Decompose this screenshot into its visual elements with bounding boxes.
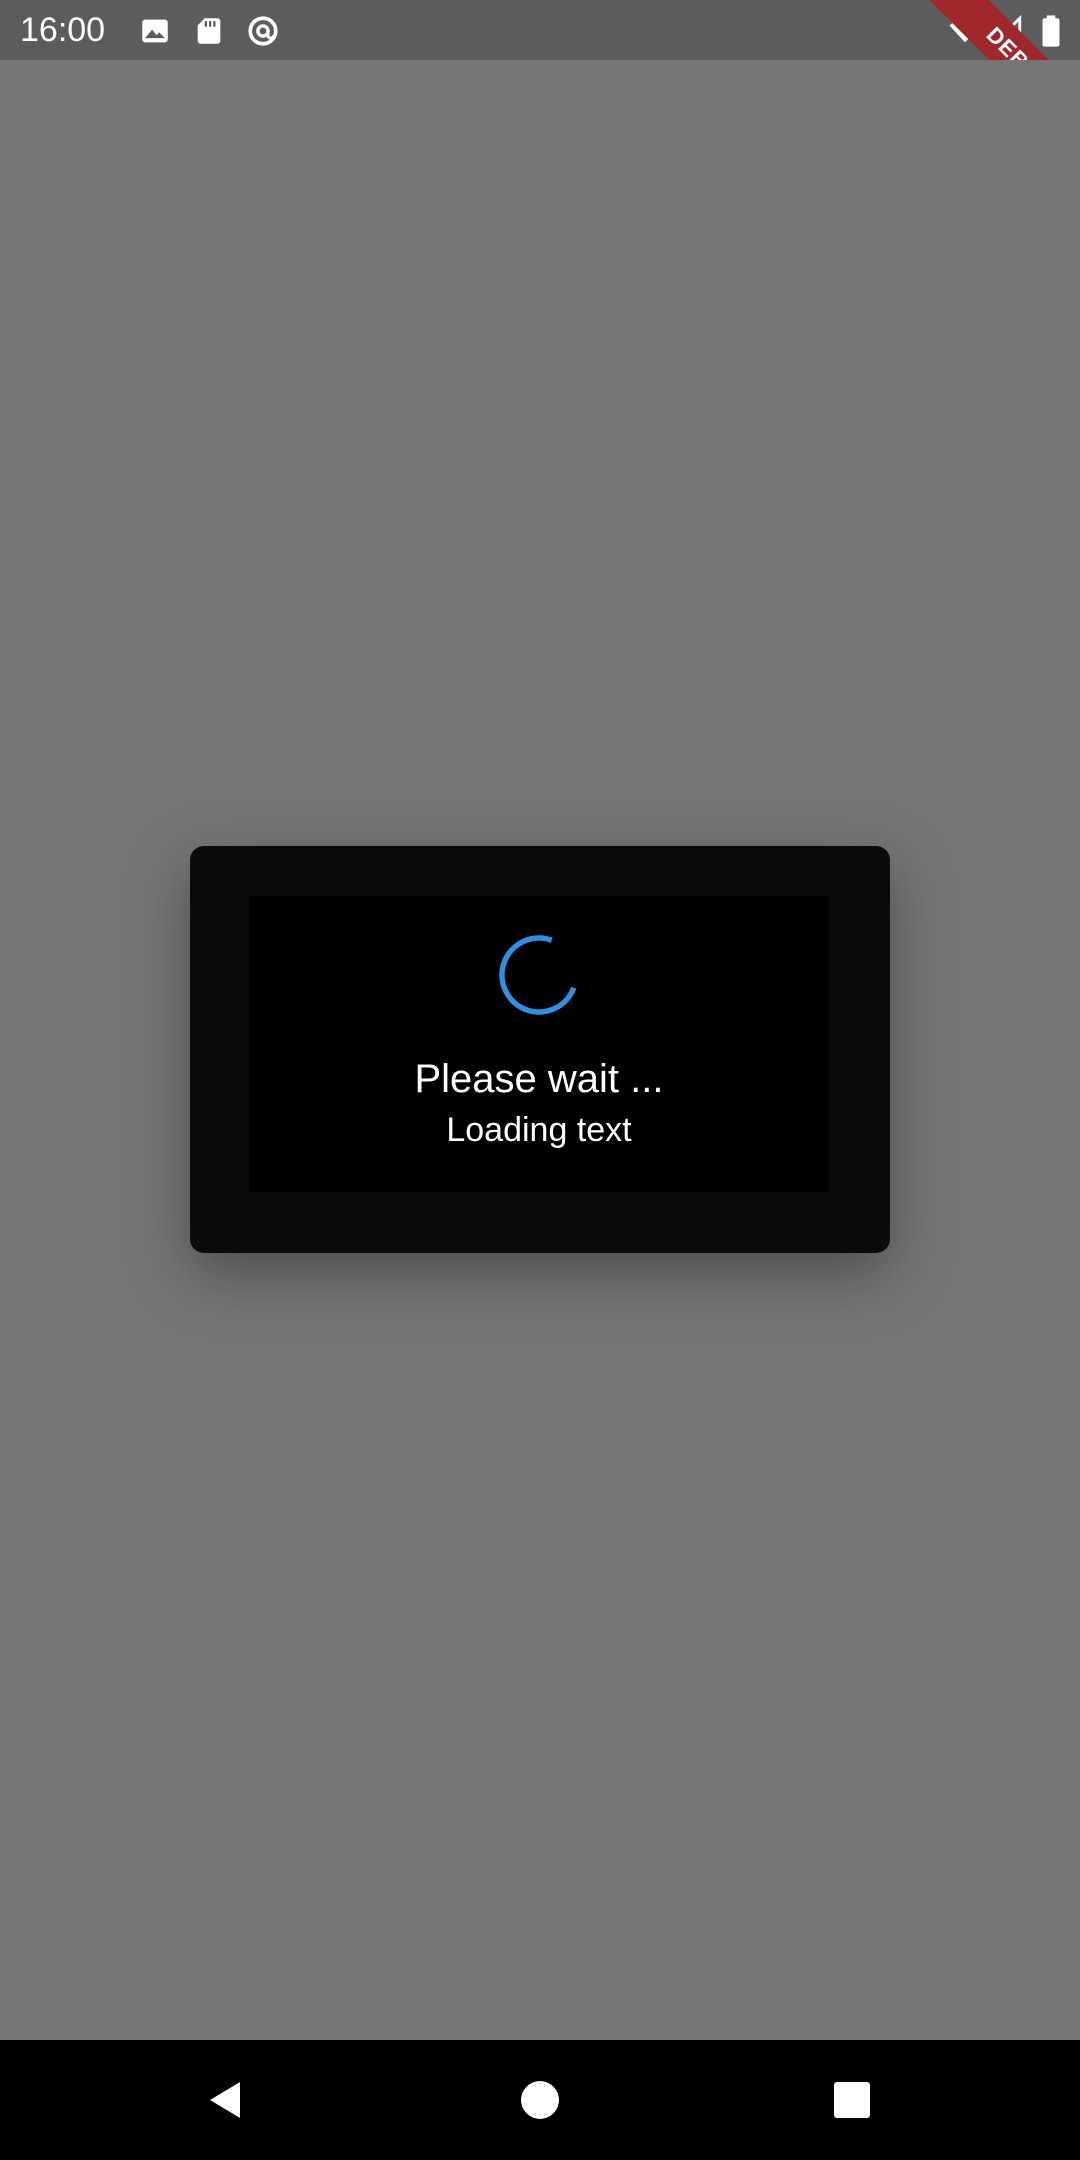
battery-icon: [1034, 14, 1068, 48]
loading-dialog-content: Please wait ... Loading text: [249, 896, 829, 1192]
sd-card-icon: [192, 14, 226, 48]
dialog-title: Please wait ...: [414, 1057, 664, 1101]
at-sign-icon: [246, 14, 280, 48]
progress-spinner-icon: [496, 932, 582, 1018]
image-icon: [138, 14, 172, 48]
status-bar: 16:00 DEBUG: [0, 0, 1080, 168]
status-time: 16:00: [20, 11, 106, 49]
dialog-message: Loading text: [446, 1111, 632, 1149]
navigation-bar: [0, 2040, 1080, 2160]
back-button[interactable]: [196, 2070, 256, 2130]
recents-button[interactable]: [822, 2070, 882, 2130]
home-button[interactable]: [510, 2070, 570, 2130]
loading-dialog: Please wait ... Loading text: [190, 846, 890, 1253]
